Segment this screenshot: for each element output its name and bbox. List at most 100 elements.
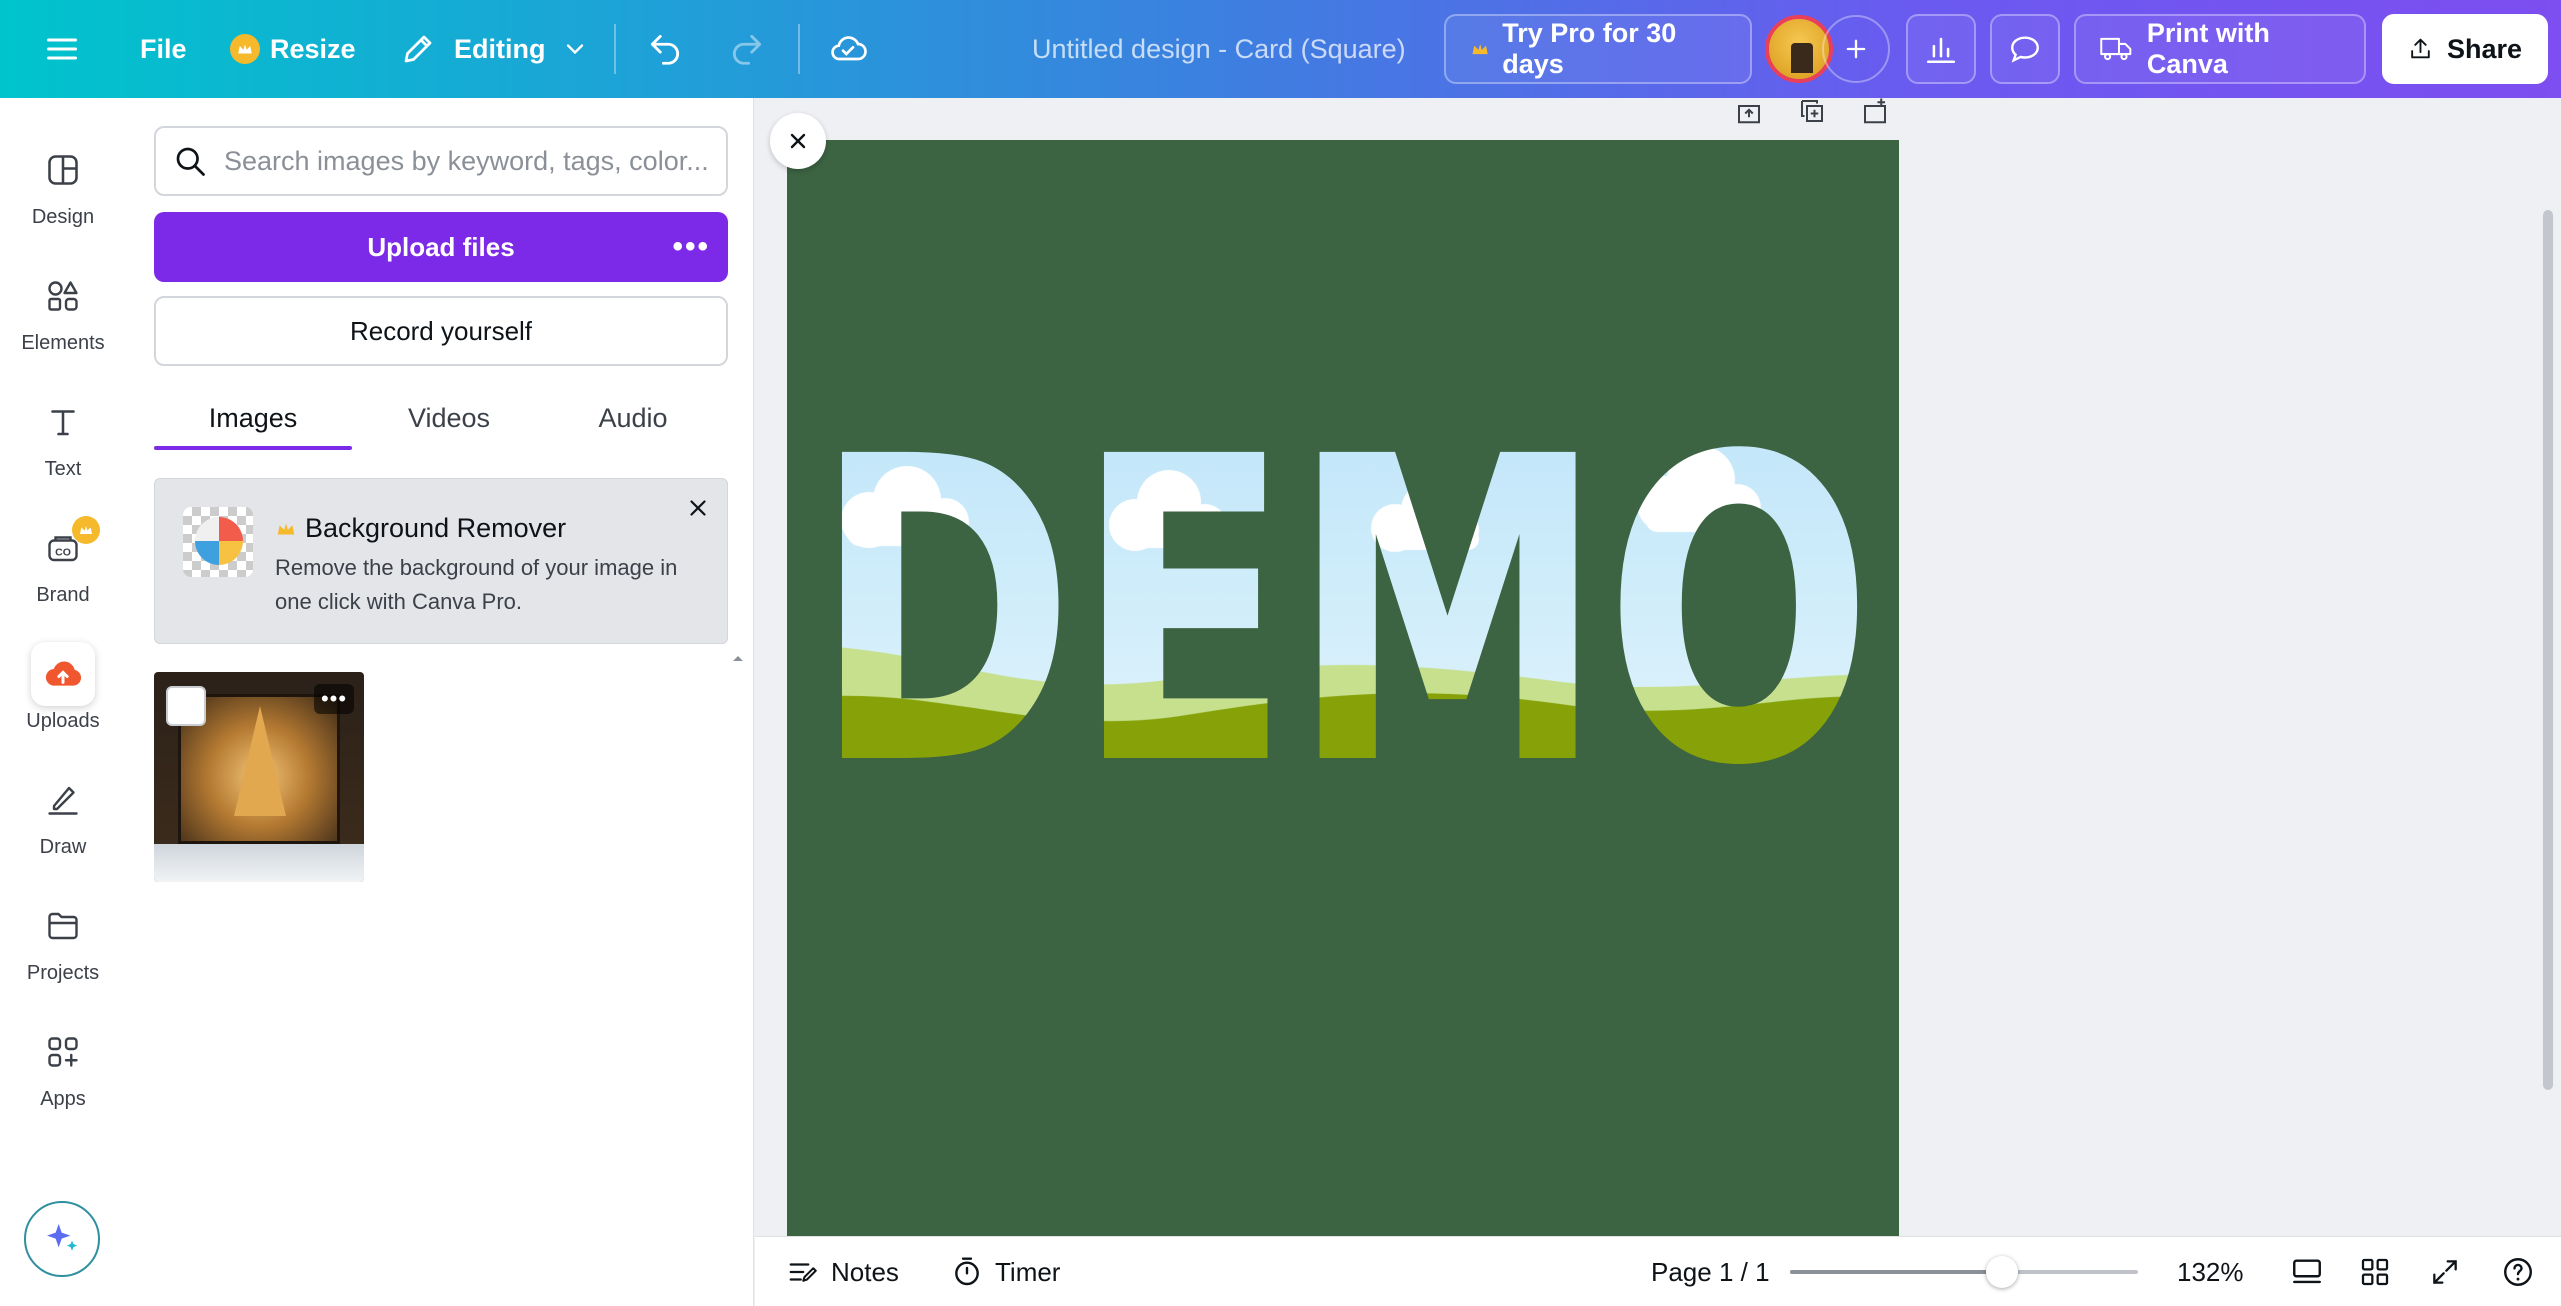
rail-item-text[interactable]: Text (0, 390, 126, 500)
rail-label: Apps (40, 1088, 86, 1110)
notes-button[interactable]: Notes (785, 1237, 899, 1306)
uploaded-image-thumbnail[interactable]: ••• (154, 672, 364, 882)
resize-button[interactable]: Resize (230, 0, 356, 98)
close-icon (690, 500, 706, 516)
share-button[interactable]: Share (2382, 14, 2548, 84)
timer-label: Timer (995, 1256, 1061, 1287)
page-indicator[interactable]: Page 1 / 1 (1651, 1237, 1770, 1306)
top-bar: File Resize Editing Untitled design - Ca… (0, 0, 2561, 98)
layout-icon (31, 138, 95, 202)
add-page-icon[interactable] (1859, 96, 1891, 126)
print-label: Print with Canva (2146, 18, 2270, 79)
rail-item-projects[interactable]: Projects (0, 894, 126, 1004)
select-checkbox[interactable] (166, 686, 206, 726)
record-yourself-button[interactable]: Record yourself (154, 296, 728, 366)
design-title[interactable]: Untitled design - Card (Square) (1032, 0, 1406, 98)
magic-assistant-button[interactable] (24, 1201, 100, 1277)
media-tabs: Images Videos Audio (154, 388, 728, 450)
promo-description: Remove the background of your image in o… (275, 555, 678, 614)
plus-icon (1846, 39, 1866, 59)
rail-item-brand[interactable]: CO Brand (0, 516, 126, 626)
canvas-scrollbar[interactable] (2543, 210, 2553, 1090)
comments-button[interactable] (1990, 14, 2060, 84)
fullscreen-button[interactable] (2429, 1237, 2461, 1306)
promo-title: Background Remover (275, 513, 566, 544)
background-remover-thumbnail (183, 507, 253, 577)
crown-icon (1472, 43, 1488, 55)
sparkle-icon (47, 1224, 77, 1251)
duplicate-page-icon[interactable] (1796, 96, 1828, 126)
help-button[interactable] (2501, 1237, 2535, 1306)
file-menu[interactable]: File (140, 0, 187, 98)
design-page[interactable]: DEMO (787, 140, 1899, 1236)
image-options-button[interactable]: ••• (314, 684, 354, 714)
print-with-canva-button[interactable]: Print with Canva (2074, 14, 2366, 84)
save-status-button[interactable] (828, 0, 868, 98)
search-input[interactable]: Search images by keyword, tags, color... (154, 126, 728, 196)
rail-label: Design (31, 206, 95, 228)
lock-page-icon[interactable] (1733, 96, 1765, 126)
chevron-down-icon (567, 44, 584, 55)
panel-scroll-up-icon[interactable] (728, 648, 748, 668)
folder-icon (31, 894, 95, 958)
zoom-level[interactable]: 132% (2177, 1237, 2244, 1306)
close-promo-button[interactable] (685, 495, 711, 526)
upload-cloud-icon (31, 642, 95, 706)
tab-audio[interactable]: Audio (538, 388, 728, 448)
grid-view-icon (2361, 1258, 2389, 1286)
truck-icon (2100, 37, 2132, 61)
upload-files-label: Upload files (367, 231, 515, 262)
pages-view-icon (2293, 1259, 2321, 1284)
add-collaborator-button[interactable] (1822, 15, 1890, 83)
demo-text[interactable]: DEMO (813, 369, 1873, 858)
try-pro-button[interactable]: Try Pro for 30 days (1444, 14, 1752, 84)
undo-button[interactable] (646, 0, 684, 98)
analytics-icon (1926, 37, 1956, 64)
share-upload-icon (2411, 38, 2430, 59)
editing-label: Editing (454, 33, 546, 64)
left-rail: Design Elements Text CO Brand Uploads Dr… (0, 98, 126, 1306)
close-panel-button[interactable] (770, 113, 826, 169)
editing-mode-dropdown[interactable]: Editing (400, 0, 589, 98)
share-label: Share (2446, 33, 2522, 64)
tab-videos[interactable]: Videos (350, 388, 548, 448)
more-options-icon[interactable]: ••• (672, 230, 710, 264)
menu-button[interactable] (44, 0, 80, 98)
comment-icon (2011, 36, 2039, 63)
rail-item-apps[interactable]: Apps (0, 1020, 126, 1130)
rail-label: Elements (21, 332, 105, 354)
rail-item-elements[interactable]: Elements (0, 264, 126, 374)
undo-icon (650, 34, 680, 65)
crown-icon (230, 34, 260, 64)
try-pro-label: Try Pro for 30 days (1502, 18, 1677, 79)
toolbar-divider (614, 24, 616, 74)
background-remover-promo: Background Remover Remove the background… (154, 478, 728, 644)
grid-view-button[interactable] (2359, 1237, 2391, 1306)
redo-button[interactable] (728, 0, 766, 98)
rail-item-uploads[interactable]: Uploads (0, 642, 126, 752)
tab-images[interactable]: Images (154, 388, 352, 448)
resize-label: Resize (270, 33, 356, 64)
toolbar-divider (798, 24, 800, 74)
notes-icon (789, 1263, 817, 1282)
search-placeholder: Search images by keyword, tags, color... (224, 145, 709, 176)
rail-label: Text (44, 458, 82, 480)
shapes-icon (31, 264, 95, 328)
uploads-panel: Search images by keyword, tags, color...… (126, 98, 754, 1306)
crown-icon (277, 523, 295, 534)
upload-files-button[interactable]: Upload files ••• (154, 212, 728, 282)
fullscreen-icon (2433, 1260, 2457, 1284)
rail-label: Uploads (26, 710, 100, 732)
timer-button[interactable]: Timer (951, 1237, 1060, 1306)
rail-label: Brand (36, 584, 90, 606)
demo-text-graphic[interactable]: DEMO (787, 140, 1899, 1236)
page-view-button[interactable] (2289, 1237, 2325, 1306)
apps-icon (31, 1020, 95, 1084)
insights-button[interactable] (1906, 14, 1976, 84)
svg-text:CO: CO (55, 547, 71, 559)
rail-label: Projects (26, 962, 100, 984)
rail-item-draw[interactable]: Draw (0, 768, 126, 878)
rail-item-design[interactable]: Design (0, 138, 126, 248)
zoom-slider-fill (1790, 1270, 2003, 1274)
notes-label: Notes (831, 1256, 899, 1287)
